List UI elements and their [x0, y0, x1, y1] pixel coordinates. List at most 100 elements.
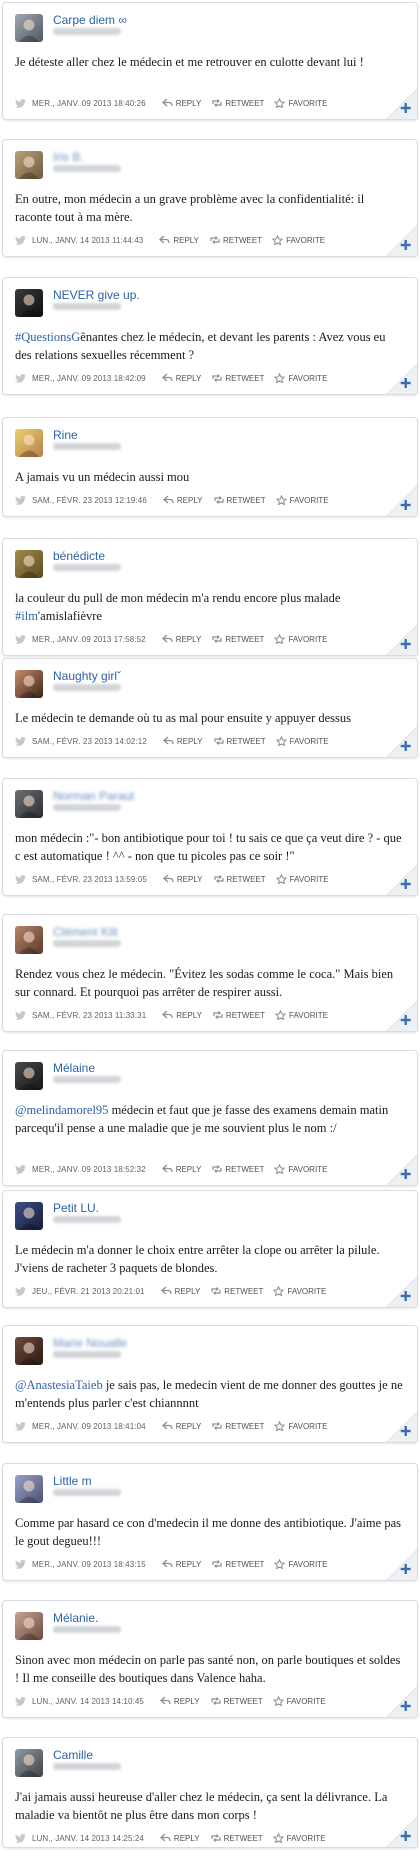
favorite-button[interactable]: FAVORITE — [272, 1696, 326, 1706]
expand-corner-button[interactable] — [387, 486, 417, 516]
reply-button[interactable]: REPLY — [161, 634, 201, 644]
reply-button[interactable]: REPLY — [160, 1286, 200, 1296]
user-name[interactable]: Mélanie. — [53, 1611, 98, 1625]
favorite-button[interactable]: FAVORITE — [273, 1286, 326, 1296]
reply-button[interactable]: REPLY — [162, 1010, 202, 1020]
tweet-mention-link[interactable]: @AnastesiaTaieb — [15, 1378, 103, 1392]
retweet-button[interactable]: RETWEET — [211, 634, 264, 644]
user-name[interactable]: NEVER give up. — [53, 288, 140, 302]
tweet-timestamp[interactable]: MER., JANV. 09 2013 18:43:15 — [32, 1560, 146, 1569]
avatar[interactable] — [15, 289, 43, 317]
tweet-timestamp[interactable]: SAM., FÉVR. 23 2013 13:59:05 — [32, 875, 147, 884]
favorite-button[interactable]: FAVORITE — [272, 1833, 326, 1843]
tweet-timestamp[interactable]: MER., JANV. 09 2013 17:58:52 — [32, 635, 146, 644]
retweet-button[interactable]: RETWEET — [213, 736, 266, 746]
avatar[interactable] — [15, 790, 43, 818]
reply-button[interactable]: REPLY — [161, 1421, 201, 1431]
reply-button[interactable]: REPLY — [162, 495, 203, 505]
tweet-mention-link[interactable]: @melindamorel95 — [15, 1103, 108, 1117]
expand-corner-button[interactable] — [387, 1412, 417, 1442]
retweet-button[interactable]: RETWEET — [213, 495, 266, 505]
retweet-button[interactable]: RETWEET — [210, 1696, 263, 1706]
expand-corner-button[interactable] — [387, 226, 417, 256]
favorite-button[interactable]: FAVORITE — [275, 495, 329, 505]
avatar[interactable] — [15, 151, 43, 179]
tweet-timestamp[interactable]: SAM., FÉVR. 23 2013 12:19:46 — [32, 496, 147, 505]
user-name[interactable]: Rine — [53, 428, 78, 442]
avatar[interactable] — [15, 1202, 43, 1230]
avatar[interactable] — [15, 1062, 43, 1090]
expand-corner-button[interactable] — [387, 1550, 417, 1580]
expand-corner-button[interactable] — [387, 865, 417, 895]
retweet-button[interactable]: RETWEET — [211, 373, 264, 383]
user-name[interactable]: Mélaine — [53, 1061, 95, 1075]
favorite-button[interactable]: FAVORITE — [275, 874, 329, 884]
favorite-button[interactable]: FAVORITE — [274, 373, 327, 383]
tweet-mention-link[interactable]: #QuestionsG — [15, 330, 80, 344]
retweet-button[interactable]: RETWEET — [209, 235, 262, 245]
retweet-button[interactable]: RETWEET — [213, 874, 266, 884]
expand-corner-button[interactable] — [387, 1277, 417, 1307]
favorite-button[interactable]: FAVORITE — [274, 98, 327, 108]
reply-button[interactable]: REPLY — [162, 874, 203, 884]
user-name[interactable]: Little m — [53, 1474, 92, 1488]
tweet-timestamp[interactable]: LUN., JANV. 14 2013 14:25:24 — [32, 1834, 144, 1843]
avatar[interactable] — [15, 14, 43, 42]
tweet-timestamp[interactable]: JEU., FÉVR. 21 2013 20:21:01 — [32, 1287, 145, 1296]
retweet-button[interactable]: RETWEET — [211, 1164, 264, 1174]
user-name[interactable]: Naughty girlˇ — [53, 669, 121, 683]
favorite-button[interactable]: FAVORITE — [274, 634, 327, 644]
avatar[interactable] — [15, 550, 43, 578]
avatar[interactable] — [15, 1337, 43, 1365]
retweet-button[interactable]: RETWEET — [211, 1421, 264, 1431]
user-name[interactable]: Clément Kilt — [53, 925, 118, 939]
reply-button[interactable]: REPLY — [161, 98, 201, 108]
tweet-timestamp[interactable]: LUN., JANV. 14 2013 11:44:43 — [32, 236, 143, 245]
reply-button[interactable]: REPLY — [161, 1559, 201, 1569]
reply-button[interactable]: REPLY — [161, 1164, 201, 1174]
expand-corner-button[interactable] — [387, 727, 417, 757]
reply-button[interactable]: REPLY — [159, 1696, 200, 1706]
hashtag-link[interactable]: #ilm — [15, 609, 38, 623]
reply-button[interactable]: REPLY — [161, 373, 201, 383]
favorite-button[interactable]: FAVORITE — [272, 235, 325, 245]
tweet-timestamp[interactable]: MER., JANV. 09 2013 18:42:09 — [32, 374, 146, 383]
retweet-button[interactable]: RETWEET — [211, 98, 264, 108]
user-name[interactable]: Iris B. — [53, 150, 84, 164]
tweet-timestamp[interactable]: LUN., JANV. 14 2013 14:10:45 — [32, 1697, 144, 1706]
favorite-button[interactable]: FAVORITE — [275, 1010, 328, 1020]
retweet-button[interactable]: RETWEET — [210, 1833, 263, 1843]
expand-corner-button[interactable] — [387, 625, 417, 655]
expand-corner-button[interactable] — [387, 89, 417, 119]
user-name[interactable]: Norman Paraut — [53, 789, 134, 803]
user-name[interactable]: bénédicte — [53, 549, 105, 563]
reply-button[interactable]: REPLY — [159, 1833, 200, 1843]
expand-corner-button[interactable] — [387, 1001, 417, 1031]
user-name[interactable]: Camille — [53, 1748, 93, 1762]
avatar[interactable] — [15, 1749, 43, 1777]
favorite-button[interactable]: FAVORITE — [274, 1421, 327, 1431]
favorite-button[interactable]: FAVORITE — [274, 1559, 327, 1569]
tweet-timestamp[interactable]: SAM., FÉVR. 23 2013 11:33:31 — [32, 1011, 146, 1020]
user-name[interactable]: Carpe diem ∞ — [53, 13, 127, 27]
expand-corner-button[interactable] — [387, 1155, 417, 1185]
reply-button[interactable]: REPLY — [159, 235, 199, 245]
expand-corner-button[interactable] — [387, 1687, 417, 1717]
avatar[interactable] — [15, 1475, 43, 1503]
tweet-timestamp[interactable]: MER., JANV. 09 2013 18:40:26 — [32, 99, 146, 108]
retweet-button[interactable]: RETWEET — [210, 1286, 263, 1296]
avatar[interactable] — [15, 429, 43, 457]
retweet-button[interactable]: RETWEET — [212, 1010, 265, 1020]
favorite-button[interactable]: FAVORITE — [275, 736, 329, 746]
user-name[interactable]: Petit LU. — [53, 1201, 99, 1215]
retweet-button[interactable]: RETWEET — [211, 1559, 264, 1569]
reply-button[interactable]: REPLY — [162, 736, 203, 746]
avatar[interactable] — [15, 670, 43, 698]
avatar[interactable] — [15, 1612, 43, 1640]
tweet-timestamp[interactable]: SAM., FÉVR. 23 2013 14:02:12 — [32, 737, 147, 746]
avatar[interactable] — [15, 926, 43, 954]
expand-corner-button[interactable] — [387, 1817, 417, 1847]
user-name[interactable]: Marie Noualle — [53, 1336, 127, 1350]
tweet-timestamp[interactable]: MER., JANV. 09 2013 18:41:04 — [32, 1422, 146, 1431]
tweet-timestamp[interactable]: MER., JANV. 09 2013 18:52:32 — [32, 1165, 146, 1174]
